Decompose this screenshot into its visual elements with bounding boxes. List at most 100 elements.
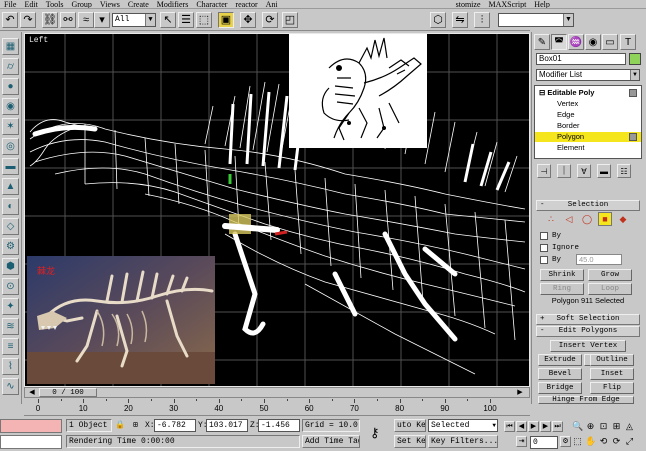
play-icon[interactable]: ▶ (528, 421, 539, 432)
arc-rotate-selected-icon[interactable]: ⟳ (611, 436, 622, 447)
arc-rotate-icon[interactable]: ⟲ (598, 436, 609, 447)
align-icon[interactable]: ⫶ (474, 12, 490, 28)
make-unique-icon[interactable]: ∀ (577, 164, 591, 178)
stack-item-element[interactable]: Element (535, 143, 641, 153)
stack-item-editable-poly[interactable]: ⊟ Editable Poly (535, 88, 641, 98)
angle-spinner[interactable]: 45.0 (576, 254, 622, 265)
bind-spacewarp-icon[interactable]: ≈ (78, 12, 94, 28)
scale-icon[interactable]: ◰ (282, 12, 298, 28)
cone-icon[interactable]: ▲ (2, 178, 19, 195)
modifier-list-dropdown[interactable]: Modifier List ▼ (536, 69, 640, 81)
edge-icon[interactable]: ◁ (562, 212, 576, 226)
viewport-label[interactable]: Left (29, 36, 48, 45)
hierarchy-icon[interactable]: ♒ (568, 34, 584, 50)
bridge-button[interactable]: Bridge (538, 382, 582, 394)
z-coordinate-field[interactable]: -1.456 (258, 419, 300, 432)
zoom-extents-all-icon[interactable]: ⊞ (611, 421, 622, 432)
menu-group[interactable]: Group (67, 0, 95, 8)
next-frame-icon[interactable]: ▶ (540, 421, 551, 432)
rotate-icon[interactable]: ⟳ (262, 12, 278, 28)
track-bar[interactable]: 0 10 20 30 40 50 60 70 80 90 100 (24, 399, 530, 416)
maxscript-output[interactable] (0, 435, 62, 449)
select-by-name-icon[interactable]: ☰ (178, 12, 194, 28)
chamfer-box-icon[interactable]: ≋ (2, 318, 19, 335)
menu-modifiers[interactable]: Modifiers (153, 0, 193, 8)
grow-button[interactable]: Grow (588, 269, 632, 281)
teapot-icon[interactable]: ▬ (2, 158, 19, 175)
inset-button[interactable]: Inset (590, 368, 634, 380)
capsule-icon[interactable]: ⊙ (2, 278, 19, 295)
mirror-icon[interactable]: ⇋ (452, 12, 468, 28)
menu-tools[interactable]: Tools (42, 0, 68, 8)
element-icon[interactable]: ◆ (616, 212, 630, 226)
menu-character[interactable]: Character (192, 0, 231, 8)
hinge-from-edge-button[interactable]: Hinge From Edge (538, 396, 634, 404)
object-color-swatch[interactable] (629, 53, 641, 65)
maxscript-listener[interactable] (0, 419, 62, 433)
rollout-edit-polygons[interactable]: - Edit Polygons (536, 326, 640, 337)
select-object-icon[interactable]: ↖ (160, 12, 176, 28)
gengon-icon[interactable]: ≡ (2, 338, 19, 355)
utilities-icon[interactable]: T (620, 34, 636, 50)
rollout-selection[interactable]: - Selection (536, 200, 640, 211)
set-key-button[interactable]: Set Key (394, 435, 426, 448)
plane-icon[interactable]: ◇ (2, 218, 19, 235)
oil-tank-icon[interactable]: ⌇ (2, 358, 19, 375)
current-frame-field[interactable]: 0 (530, 436, 558, 449)
border-icon[interactable]: ◯ (580, 212, 594, 226)
menu-file[interactable]: File (0, 0, 20, 8)
pin-stack-icon[interactable]: ⊣ (537, 164, 551, 178)
menu-help[interactable]: Help (530, 0, 554, 8)
y-coordinate-field[interactable]: 103.017 (206, 419, 248, 432)
key-mode-dropdown[interactable]: Selected ▼ (428, 419, 498, 432)
zoom-all-icon[interactable]: ⊕ (585, 421, 596, 432)
menu-maxscript[interactable]: MAXScript (485, 0, 531, 8)
go-to-end-icon[interactable]: ⏭ (552, 421, 563, 432)
modify-icon[interactable]: ◚ (551, 34, 567, 50)
move-icon[interactable]: ✥ (240, 12, 256, 28)
field-of-view-icon[interactable]: ◬ (624, 421, 635, 432)
go-to-start-icon[interactable]: ⏮ (504, 421, 515, 432)
menu-customize[interactable]: stomize (452, 0, 485, 8)
sphere-icon[interactable]: ● (2, 78, 19, 95)
spindle-icon[interactable]: ✦ (2, 298, 19, 315)
selection-filter-icon[interactable]: ▾ (94, 12, 110, 28)
viewport-left[interactable]: 棘龙 Left (24, 33, 530, 387)
x-coordinate-field[interactable]: -6.782 (154, 419, 196, 432)
menu-animation[interactable]: Ani (262, 0, 282, 8)
vertex-icon[interactable]: ∴ (544, 212, 558, 226)
previous-frame-icon[interactable]: ◀ (516, 421, 527, 432)
key-mode-toggle-icon[interactable]: ⇥ (516, 436, 527, 447)
pan-icon[interactable]: ✋ (585, 436, 596, 447)
configure-sets-icon[interactable]: ☷ (617, 164, 631, 178)
stack-item-border[interactable]: Border (535, 121, 641, 131)
menu-create[interactable]: Create (124, 0, 153, 8)
rollout-soft-selection[interactable]: + Soft Selection (536, 314, 640, 325)
time-configuration-icon[interactable]: ⚙ (560, 436, 571, 447)
torus-icon[interactable]: ◎ (2, 138, 19, 155)
undo-icon[interactable]: ↶ (2, 12, 18, 28)
absolute-mode-icon[interactable]: ⊞ (133, 420, 138, 430)
selection-filter-dropdown[interactable]: All ▼ (112, 13, 156, 27)
shrink-button[interactable]: Shrink (540, 269, 584, 281)
tube-icon[interactable]: ◐ (2, 198, 19, 215)
region-zoom-icon[interactable]: ⬚ (572, 436, 583, 447)
motion-icon[interactable]: ◉ (585, 34, 601, 50)
by-angle-checkbox[interactable] (540, 255, 548, 264)
remove-modifier-icon[interactable]: ▬ (597, 164, 611, 178)
next-frame-icon[interactable]: ▶ (515, 388, 525, 397)
time-slider[interactable]: ◀ 0 / 100 ▶ (24, 387, 530, 398)
region-select-icon[interactable]: ⬚ (196, 12, 212, 28)
lock-selection-icon[interactable]: 🔒 (115, 420, 125, 430)
ignore-backfacing-checkbox[interactable] (540, 243, 548, 252)
key-filters-button[interactable]: Key Filters... (428, 435, 498, 448)
create-icon[interactable]: ✎ (534, 34, 550, 50)
stack-item-polygon[interactable]: Polygon (535, 132, 641, 142)
extrude-button[interactable]: Extrude (538, 354, 582, 366)
insert-vertex-button[interactable]: Insert Vertex (550, 340, 626, 352)
select-link-icon[interactable]: ⛓ (42, 12, 58, 28)
box-icon[interactable]: ▦ (2, 38, 19, 55)
menu-views[interactable]: Views (96, 0, 124, 8)
add-time-tag-button[interactable]: Add Time Tag (302, 435, 360, 448)
window-crossing-icon[interactable]: ▣ (218, 12, 234, 28)
